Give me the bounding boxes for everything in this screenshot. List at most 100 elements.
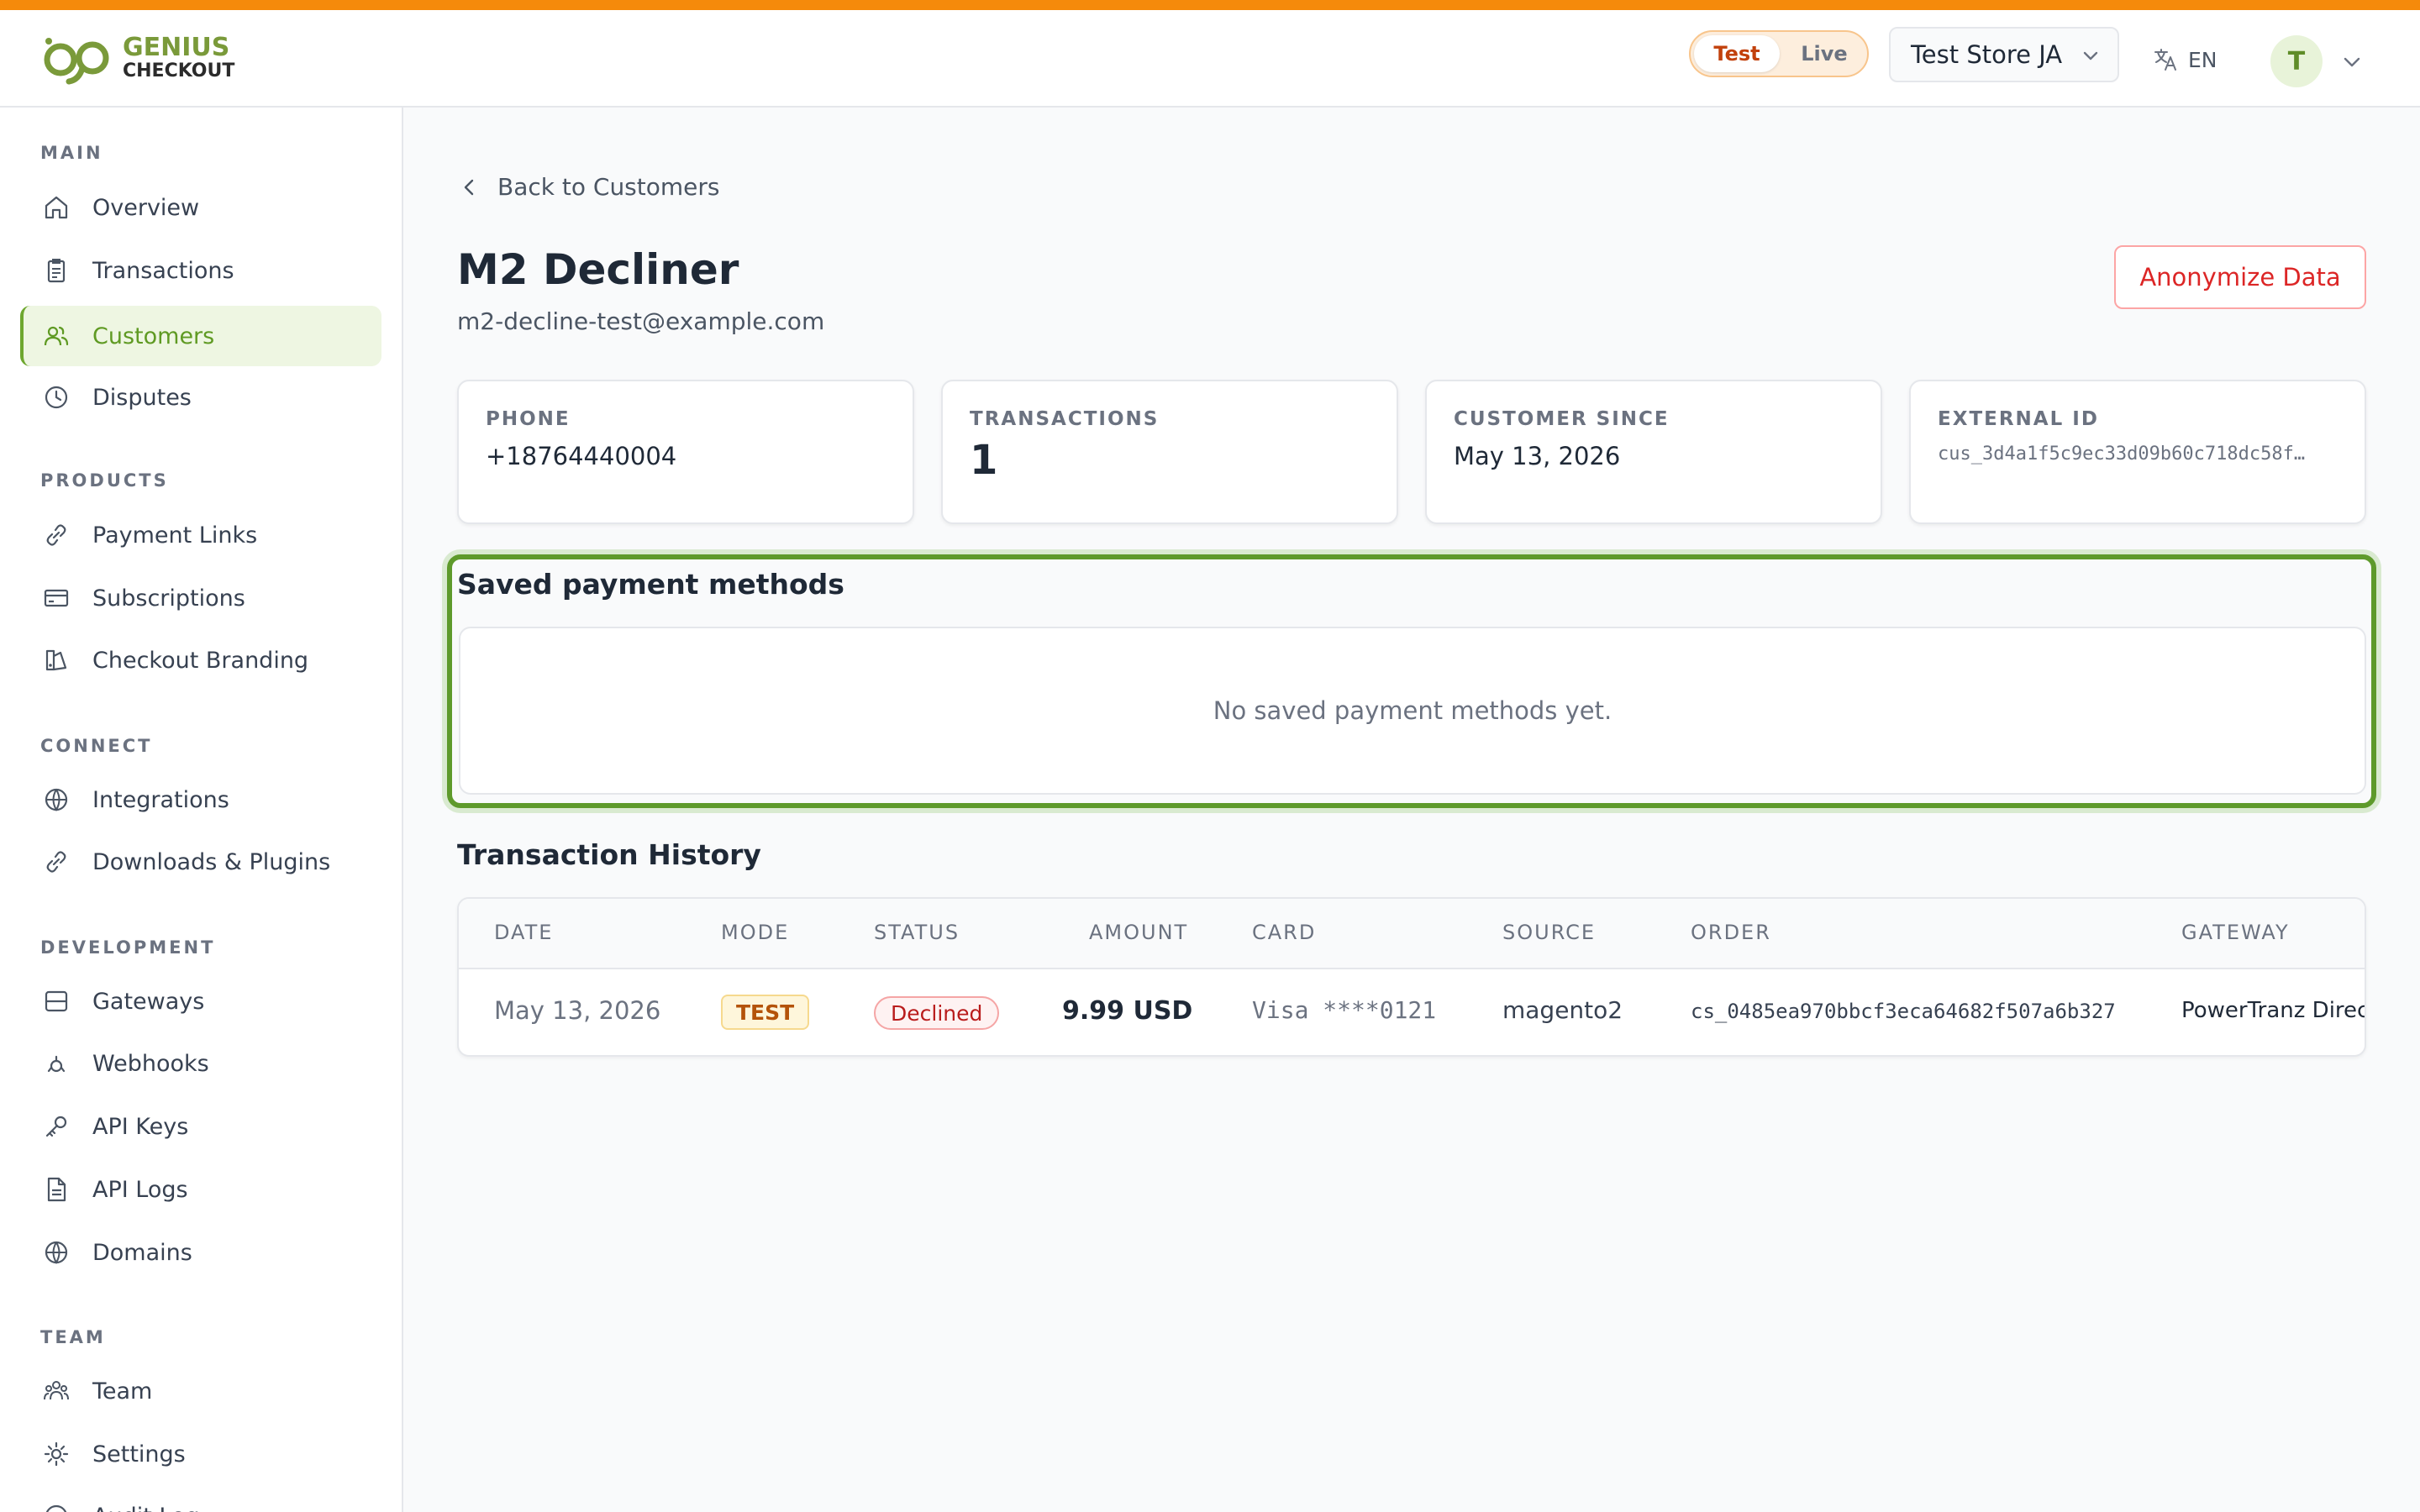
sidebar-item-label: Domains: [92, 1239, 192, 1266]
top-accent-stripe: [0, 0, 2420, 10]
chevron-down-icon[interactable]: [2343, 54, 2361, 71]
customer-email: m2-decline-test@example.com: [457, 307, 825, 335]
sidebar-item-label: Downloads & Plugins: [92, 848, 331, 875]
sidebar-item-customers[interactable]: Customers: [20, 306, 381, 366]
sidebar-item-label: Webhooks: [92, 1050, 209, 1077]
sidebar-item-audit[interactable]: Audit Log: [20, 1486, 381, 1512]
sidebar-section-team: TEAM: [40, 1327, 106, 1347]
sidebar-item-subscriptions[interactable]: Subscriptions: [20, 568, 381, 628]
sidebar-item-team[interactable]: Team: [20, 1361, 381, 1421]
back-to-customers-link[interactable]: Back to Customers: [459, 173, 719, 201]
sidebar-item-integrations[interactable]: Integrations: [20, 769, 381, 830]
history-icon: [45, 1504, 67, 1512]
server-icon: [45, 990, 68, 1012]
sidebar-item-payment-links[interactable]: Payment Links: [20, 505, 381, 565]
empty-state-text: No saved payment methods yet.: [1213, 696, 1612, 725]
palette-icon: [45, 649, 67, 671]
phone-value: +18764440004: [486, 442, 677, 470]
row-order[interactable]: cs_0485ea970bbcf3eca64682f507a6b327: [1691, 1000, 2116, 1023]
row-date: May 13, 2026: [494, 996, 661, 1025]
back-link-label: Back to Customers: [497, 173, 720, 201]
sidebar-item-gateways[interactable]: Gateways: [20, 971, 381, 1032]
credit-card-icon: [44, 589, 69, 607]
mode-badge: TEST: [721, 995, 810, 1030]
language-selector[interactable]: EN: [2153, 47, 2217, 72]
sidebar: MAIN Overview Transactions Customers Dis…: [0, 108, 403, 1512]
transactions-count: 1: [970, 437, 998, 484]
sidebar-item-label: API Logs: [92, 1176, 188, 1203]
row-amount: 9.99 USD: [1062, 996, 1193, 1026]
user-avatar[interactable]: T: [2270, 35, 2323, 87]
sidebar-section-products: PRODUCTS: [40, 470, 169, 491]
column-source[interactable]: SOURCE: [1502, 921, 1596, 944]
gear-icon: [44, 1441, 69, 1467]
sidebar-item-domains[interactable]: Domains: [20, 1222, 381, 1283]
sidebar-item-label: Settings: [92, 1441, 186, 1467]
chevron-down-icon: [2083, 51, 2098, 60]
sidebar-item-label: Subscriptions: [92, 585, 245, 612]
anonymize-data-button[interactable]: Anonymize Data: [2114, 245, 2366, 309]
file-icon: [47, 1177, 66, 1202]
logo-mark-icon: [44, 38, 109, 85]
key-icon: [45, 1116, 67, 1137]
row-card: Visa ****0121: [1252, 996, 1437, 1024]
column-status[interactable]: STATUS: [874, 921, 960, 944]
column-card[interactable]: CARD: [1252, 921, 1316, 944]
page-title: M2 Decliner: [457, 245, 739, 294]
logo-text: GENIUS CHECKOUT: [123, 35, 234, 81]
column-mode[interactable]: MODE: [721, 921, 789, 944]
top-header: GENIUS CHECKOUT Test Live Test Store JA …: [0, 10, 2420, 108]
sidebar-item-label: Checkout Branding: [92, 647, 309, 674]
clock-icon: [45, 386, 68, 409]
genius-checkout-logo[interactable]: GENIUS CHECKOUT: [40, 29, 234, 87]
phone-card: PHONE +18764440004: [457, 380, 914, 524]
external-id-card: EXTERNAL ID cus_3d4a1f5c9ec33d09b60c718d…: [1909, 380, 2366, 524]
row-source: magento2: [1502, 996, 1623, 1024]
sidebar-item-transactions[interactable]: Transactions: [20, 240, 381, 301]
sidebar-section-connect: CONNECT: [40, 736, 153, 756]
sidebar-item-disputes[interactable]: Disputes: [20, 367, 381, 428]
transactions-card: TRANSACTIONS 1: [941, 380, 1398, 524]
sidebar-item-label: Gateways: [92, 988, 205, 1015]
mode-live-option[interactable]: Live: [1783, 35, 1865, 72]
store-selector[interactable]: Test Store JA: [1889, 27, 2119, 82]
transaction-history-table: DATE MODE STATUS AMOUNT CARD SOURCE ORDE…: [457, 897, 2366, 1057]
sidebar-item-label: API Keys: [92, 1113, 189, 1140]
link-icon: [46, 851, 66, 873]
sidebar-item-api-keys[interactable]: API Keys: [20, 1096, 381, 1157]
chevron-left-icon: [464, 179, 474, 195]
sidebar-item-downloads-plugins[interactable]: Downloads & Plugins: [20, 832, 381, 892]
sidebar-item-label: Integrations: [92, 786, 229, 813]
webhook-icon: [47, 1055, 66, 1073]
team-icon: [44, 1381, 69, 1400]
sidebar-item-overview[interactable]: Overview: [20, 177, 381, 238]
mode-toggle: Test Live: [1689, 30, 1869, 77]
customer-since-value: May 13, 2026: [1454, 442, 1621, 470]
link-icon: [46, 524, 66, 546]
column-date[interactable]: DATE: [494, 921, 553, 944]
clipboard-icon: [47, 259, 66, 283]
sidebar-item-settings[interactable]: Settings: [20, 1424, 381, 1484]
sidebar-item-label: Audit Log: [92, 1504, 200, 1512]
logo-line1: GENIUS: [123, 33, 230, 62]
sidebar-item-label: Team: [92, 1378, 153, 1404]
column-order[interactable]: ORDER: [1691, 921, 1771, 944]
sidebar-item-label: Disputes: [92, 384, 192, 411]
store-selector-label: Test Store JA: [1911, 40, 2063, 69]
language-label: EN: [2188, 47, 2217, 72]
users-icon: [44, 326, 69, 346]
sidebar-item-checkout-branding[interactable]: Checkout Branding: [20, 630, 381, 690]
mode-test-option[interactable]: Test: [1694, 35, 1780, 72]
sidebar-item-webhooks[interactable]: Webhooks: [20, 1033, 381, 1094]
sidebar-section-main: MAIN: [40, 143, 103, 163]
saved-payment-methods-empty: No saved payment methods yet.: [459, 627, 2366, 795]
column-amount[interactable]: AMOUNT: [1089, 921, 1188, 944]
customer-since-label: CUSTOMER SINCE: [1454, 408, 1670, 430]
table-header: DATE MODE STATUS AMOUNT CARD SOURCE ORDE…: [459, 899, 2365, 969]
translate-icon: [2154, 49, 2176, 71]
external-id-label: EXTERNAL ID: [1938, 408, 2099, 430]
sidebar-item-api-logs[interactable]: API Logs: [20, 1159, 381, 1220]
logo-line2: CHECKOUT: [123, 60, 235, 81]
column-gateway[interactable]: GATEWAY: [2181, 921, 2290, 944]
sidebar-item-label: Overview: [92, 194, 200, 221]
